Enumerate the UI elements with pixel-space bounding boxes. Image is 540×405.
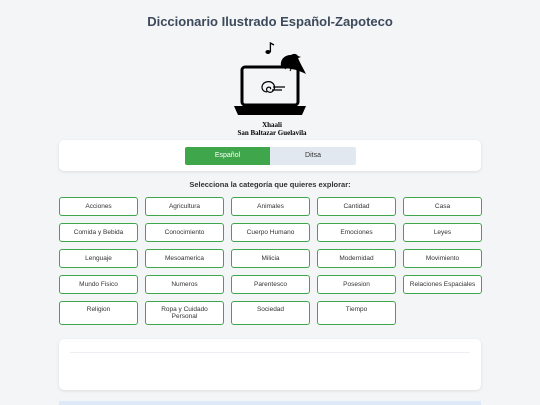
category-button[interactable]: Religion [59, 301, 138, 325]
category-button[interactable]: Comida y Bebida [59, 223, 138, 242]
category-button[interactable]: Modernidad [317, 249, 396, 268]
language-selector-card: Español Ditsa [59, 140, 481, 171]
category-button[interactable]: Tiempo [317, 301, 396, 325]
category-button[interactable]: Sociedad [231, 301, 310, 325]
category-grid: Acciones Agricultura Animales Cantidad C… [59, 197, 482, 325]
divider [70, 352, 470, 353]
category-button[interactable]: Movimiento [403, 249, 482, 268]
category-button[interactable]: Lenguaje [59, 249, 138, 268]
footer-panel [59, 401, 481, 405]
language-toggle: Español Ditsa [185, 147, 356, 165]
categories-prompt: Selecciona la categoría que quieres expl… [189, 180, 351, 189]
category-button[interactable]: Conocimiento [145, 223, 224, 242]
category-button[interactable]: Agricultura [145, 197, 224, 216]
category-button[interactable]: Leyes [403, 223, 482, 242]
category-button[interactable]: Ropa y Cuidado Personal [145, 301, 224, 325]
logo: Xhaali San Baltazar Guelavila [227, 40, 317, 140]
category-button[interactable]: Casa [403, 197, 482, 216]
category-button[interactable]: Animales [231, 197, 310, 216]
category-button[interactable]: Parentesco [231, 275, 310, 294]
category-button[interactable]: Relaciones Espaciales [403, 275, 482, 294]
category-button[interactable]: Emociones [317, 223, 396, 242]
category-button[interactable]: Cantidad [317, 197, 396, 216]
music-note-icon [265, 41, 275, 54]
logo-line-2: San Baltazar Guelavila [237, 129, 307, 137]
spiral-icon [261, 81, 285, 93]
category-button[interactable]: Milicia [231, 249, 310, 268]
language-button-ditsa[interactable]: Ditsa [270, 147, 356, 165]
logo-line-1: Xhaali [262, 121, 282, 129]
laptop-icon [234, 65, 306, 115]
category-button[interactable]: Mundo Fisico [59, 275, 138, 294]
laptop-bird-logo [234, 41, 306, 115]
category-button[interactable]: Mesoamerica [145, 249, 224, 268]
category-button[interactable]: Numeros [145, 275, 224, 294]
bird-icon [280, 53, 306, 74]
category-button[interactable]: Acciones [59, 197, 138, 216]
language-button-spanish[interactable]: Español [185, 147, 270, 165]
page-title: Diccionario Ilustrado Español-Zapoteco [147, 14, 393, 29]
category-button[interactable]: Posesion [317, 275, 396, 294]
category-button[interactable]: Cuerpo Humano [231, 223, 310, 242]
results-panel [59, 339, 481, 390]
